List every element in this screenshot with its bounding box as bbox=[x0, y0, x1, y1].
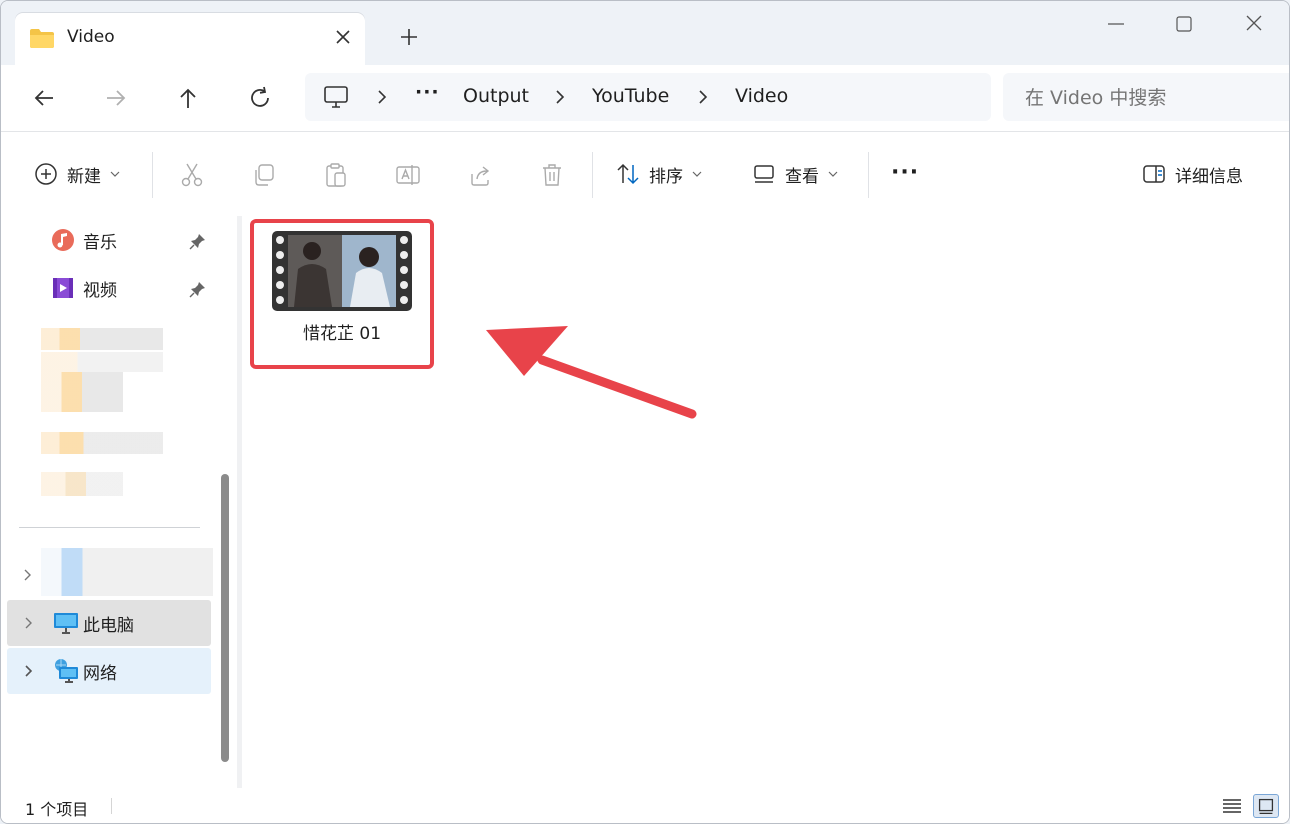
toolbar-divider bbox=[152, 152, 153, 198]
pin-icon[interactable] bbox=[189, 232, 207, 250]
toolbar-divider bbox=[868, 152, 869, 198]
navigation-bar: ··· Output YouTube Video bbox=[1, 65, 1289, 131]
pin-icon[interactable] bbox=[189, 280, 207, 298]
new-button[interactable]: 新建 bbox=[33, 158, 121, 190]
chevron-right-icon[interactable] bbox=[375, 87, 389, 107]
file-item-video[interactable]: 惜花芷 01 bbox=[250, 219, 434, 369]
file-name: 惜花芷 01 bbox=[302, 324, 382, 344]
new-button-label: 新建 bbox=[67, 166, 101, 187]
rename-icon[interactable] bbox=[395, 162, 421, 188]
file-list-pane[interactable]: 惜花芷 01 bbox=[242, 216, 1289, 788]
sidebar-item-label: 网络 bbox=[83, 663, 117, 684]
cut-icon[interactable] bbox=[179, 162, 205, 188]
breadcrumb-output[interactable]: Output bbox=[463, 85, 529, 107]
navigation-pane: 音乐 视频 此电脑 网络 bbox=[1, 216, 237, 788]
chevron-right-icon[interactable] bbox=[23, 615, 35, 631]
music-icon bbox=[52, 229, 74, 251]
video-thumbnail-icon bbox=[272, 231, 412, 311]
add-circle-icon bbox=[35, 163, 57, 185]
status-divider bbox=[111, 798, 112, 814]
breadcrumb-youtube[interactable]: YouTube bbox=[592, 85, 669, 107]
copy-icon[interactable] bbox=[251, 162, 277, 188]
sidebar-item-this-pc[interactable]: 此电脑 bbox=[7, 600, 211, 646]
file-explorer-window: Video ··· Output YouTube Video 在 Video 中… bbox=[0, 0, 1290, 824]
new-tab-plus-icon[interactable] bbox=[395, 23, 423, 51]
scrollbar-thumb[interactable] bbox=[221, 474, 229, 762]
sidebar-divider bbox=[19, 527, 200, 528]
close-icon[interactable] bbox=[331, 25, 355, 49]
view-icon bbox=[754, 165, 774, 183]
view-button[interactable]: 查看 bbox=[751, 158, 839, 190]
chevron-right-icon[interactable] bbox=[23, 663, 35, 679]
chevron-down-icon bbox=[692, 171, 702, 177]
back-arrow-icon[interactable] bbox=[29, 83, 59, 113]
this-pc-icon bbox=[54, 613, 78, 634]
toolbar-divider bbox=[592, 152, 593, 198]
sidebar-scrollbar[interactable] bbox=[219, 474, 231, 764]
tab-video[interactable]: Video bbox=[15, 13, 365, 65]
chevron-right-icon[interactable] bbox=[696, 87, 710, 107]
up-arrow-icon[interactable] bbox=[173, 83, 203, 113]
title-bar: Video bbox=[1, 1, 1289, 65]
large-icons-view-icon[interactable] bbox=[1253, 794, 1279, 818]
sidebar-item-label: 此电脑 bbox=[83, 615, 134, 636]
window-close-icon[interactable] bbox=[1239, 11, 1269, 37]
view-button-label: 查看 bbox=[785, 166, 819, 187]
sidebar-item-label: 视频 bbox=[83, 280, 117, 301]
command-bar: 新建 排序 查看 ··· 详细信息 bbox=[1, 131, 1289, 217]
details-pane-label: 详细信息 bbox=[1175, 166, 1243, 187]
folder-icon bbox=[30, 29, 54, 48]
chevron-down-icon bbox=[828, 171, 838, 177]
sidebar-item-label: 音乐 bbox=[83, 232, 117, 253]
chevron-right-icon[interactable] bbox=[21, 567, 35, 583]
sort-button-label: 排序 bbox=[649, 166, 683, 187]
chevron-right-icon[interactable] bbox=[553, 87, 567, 107]
search-box[interactable] bbox=[1003, 73, 1289, 123]
maximize-icon[interactable] bbox=[1169, 11, 1199, 37]
tab-title: Video bbox=[67, 27, 115, 47]
item-count: 1 个项目 bbox=[25, 800, 89, 819]
sort-icon bbox=[617, 163, 639, 185]
chevron-down-icon bbox=[110, 171, 120, 177]
computer-icon[interactable] bbox=[323, 85, 349, 109]
delete-icon[interactable] bbox=[539, 162, 565, 188]
details-pane-icon bbox=[1143, 165, 1165, 183]
more-breadcrumbs[interactable]: ··· bbox=[415, 81, 440, 103]
sort-button[interactable]: 排序 bbox=[615, 158, 703, 190]
network-icon bbox=[55, 659, 78, 683]
status-bar: 1 个项目 bbox=[1, 788, 1289, 823]
address-bar[interactable]: ··· Output YouTube Video bbox=[305, 73, 991, 121]
minimize-icon[interactable] bbox=[1101, 11, 1131, 37]
paste-icon[interactable] bbox=[323, 162, 349, 188]
forward-arrow-icon[interactable] bbox=[101, 83, 131, 113]
more-options-button[interactable]: ··· bbox=[891, 156, 919, 188]
sidebar-item-network[interactable]: 网络 bbox=[7, 648, 211, 694]
refresh-icon[interactable] bbox=[245, 83, 275, 113]
video-library-icon bbox=[53, 278, 73, 298]
redacted-sidebar-item bbox=[41, 548, 213, 596]
annotation-arrow-icon bbox=[486, 326, 697, 419]
search-input[interactable] bbox=[1003, 73, 1289, 123]
share-icon[interactable] bbox=[467, 162, 493, 188]
details-view-icon[interactable] bbox=[1219, 794, 1245, 818]
details-pane-button[interactable]: 详细信息 bbox=[1141, 158, 1243, 190]
breadcrumb-video[interactable]: Video bbox=[735, 85, 788, 107]
